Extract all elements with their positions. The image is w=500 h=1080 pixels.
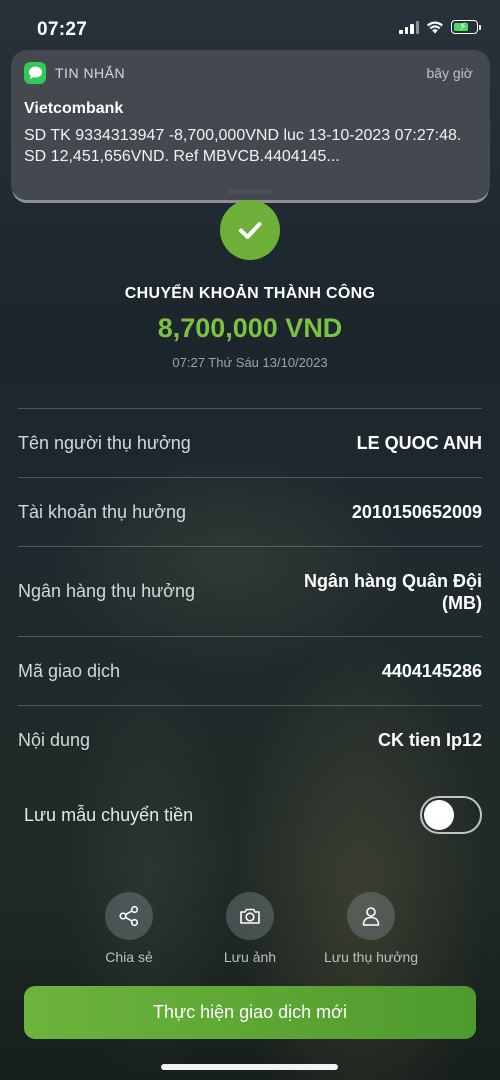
toggle-knob	[424, 800, 454, 830]
status-time: 07:27	[37, 19, 88, 40]
detail-label: Tài khoản thụ hưởng	[18, 501, 186, 522]
home-indicator[interactable]	[161, 1064, 338, 1070]
detail-row-transaction-id: Mã giao dịch 4404145286	[18, 636, 482, 705]
notification-body: SD TK 9334313947 -8,700,000VND luc 13-10…	[24, 127, 462, 165]
transfer-success-title: CHUYỂN KHOẢN THÀNH CÔNG	[124, 285, 376, 302]
save-image-label: Lưu ảnh	[223, 949, 277, 965]
messages-app-icon	[24, 62, 46, 84]
cellular-signal-icon	[399, 20, 419, 34]
wifi-icon	[427, 21, 443, 33]
share-button[interactable]: Chia sẻ	[69, 892, 189, 965]
detail-row-content: Nội dung CK tien Ip12	[18, 705, 482, 774]
transfer-datetime: 07:27 Thứ Sáu 13/10/2023	[172, 355, 328, 370]
action-bar: Chia sẻ Lưu ảnh Lưu thụ hưởng	[0, 892, 500, 972]
detail-label: Tên người thụ hưởng	[18, 432, 191, 453]
share-label: Chia sẻ	[105, 949, 153, 965]
notification-sender: Vietcombank	[24, 100, 124, 117]
detail-value: LE QUOC ANH	[356, 432, 482, 453]
transfer-amount: 8,700,000 VND	[157, 313, 343, 343]
success-check-icon	[220, 200, 280, 260]
camera-icon	[226, 892, 274, 940]
save-beneficiary-button[interactable]: Lưu thụ hưởng	[311, 892, 431, 965]
user-icon	[347, 892, 395, 940]
save-template-label: Lưu mẫu chuyển tiền	[24, 804, 194, 825]
transaction-details: Tên người thụ hưởng LE QUOC ANH Tài khoả…	[18, 408, 482, 774]
share-icon	[105, 892, 153, 940]
detail-value: 2010150652009	[351, 501, 482, 522]
detail-row-beneficiary-name: Tên người thụ hưởng LE QUOC ANH	[18, 408, 482, 477]
save-template-row: Lưu mẫu chuyển tiền	[24, 795, 482, 835]
new-transaction-button[interactable]: Thực hiện giao dịch mới	[24, 986, 476, 1039]
save-template-toggle[interactable]	[420, 796, 482, 834]
message-notification[interactable]: TIN NHẮN bây giờ Vietcombank SD TK 93343…	[11, 50, 490, 200]
detail-value: CK tien Ip12	[377, 729, 482, 750]
detail-label: Mã giao dịch	[18, 660, 121, 681]
detail-row-beneficiary-account: Tài khoản thụ hưởng 2010150652009	[18, 477, 482, 546]
detail-label: Nội dung	[18, 729, 91, 750]
battery-icon: ⚡	[451, 20, 481, 34]
save-beneficiary-label: Lưu thụ hưởng	[323, 949, 419, 965]
detail-value: 4404145286	[381, 660, 482, 681]
status-bar: 07:27 ⚡	[0, 0, 500, 50]
status-icons: ⚡	[399, 20, 481, 34]
save-image-button[interactable]: Lưu ảnh	[190, 892, 310, 965]
detail-label: Ngân hàng thụ hưởng	[18, 581, 195, 601]
notification-drag-handle[interactable]	[227, 189, 273, 194]
detail-row-beneficiary-bank: Ngân hàng thụ hưởng Ngân hàng Quân Đội (…	[18, 546, 482, 636]
detail-value: Ngân hàng Quân Đội (MB)	[304, 570, 482, 613]
notification-app-name: TIN NHẮN	[55, 65, 126, 81]
notification-time: bây giờ	[426, 65, 473, 81]
